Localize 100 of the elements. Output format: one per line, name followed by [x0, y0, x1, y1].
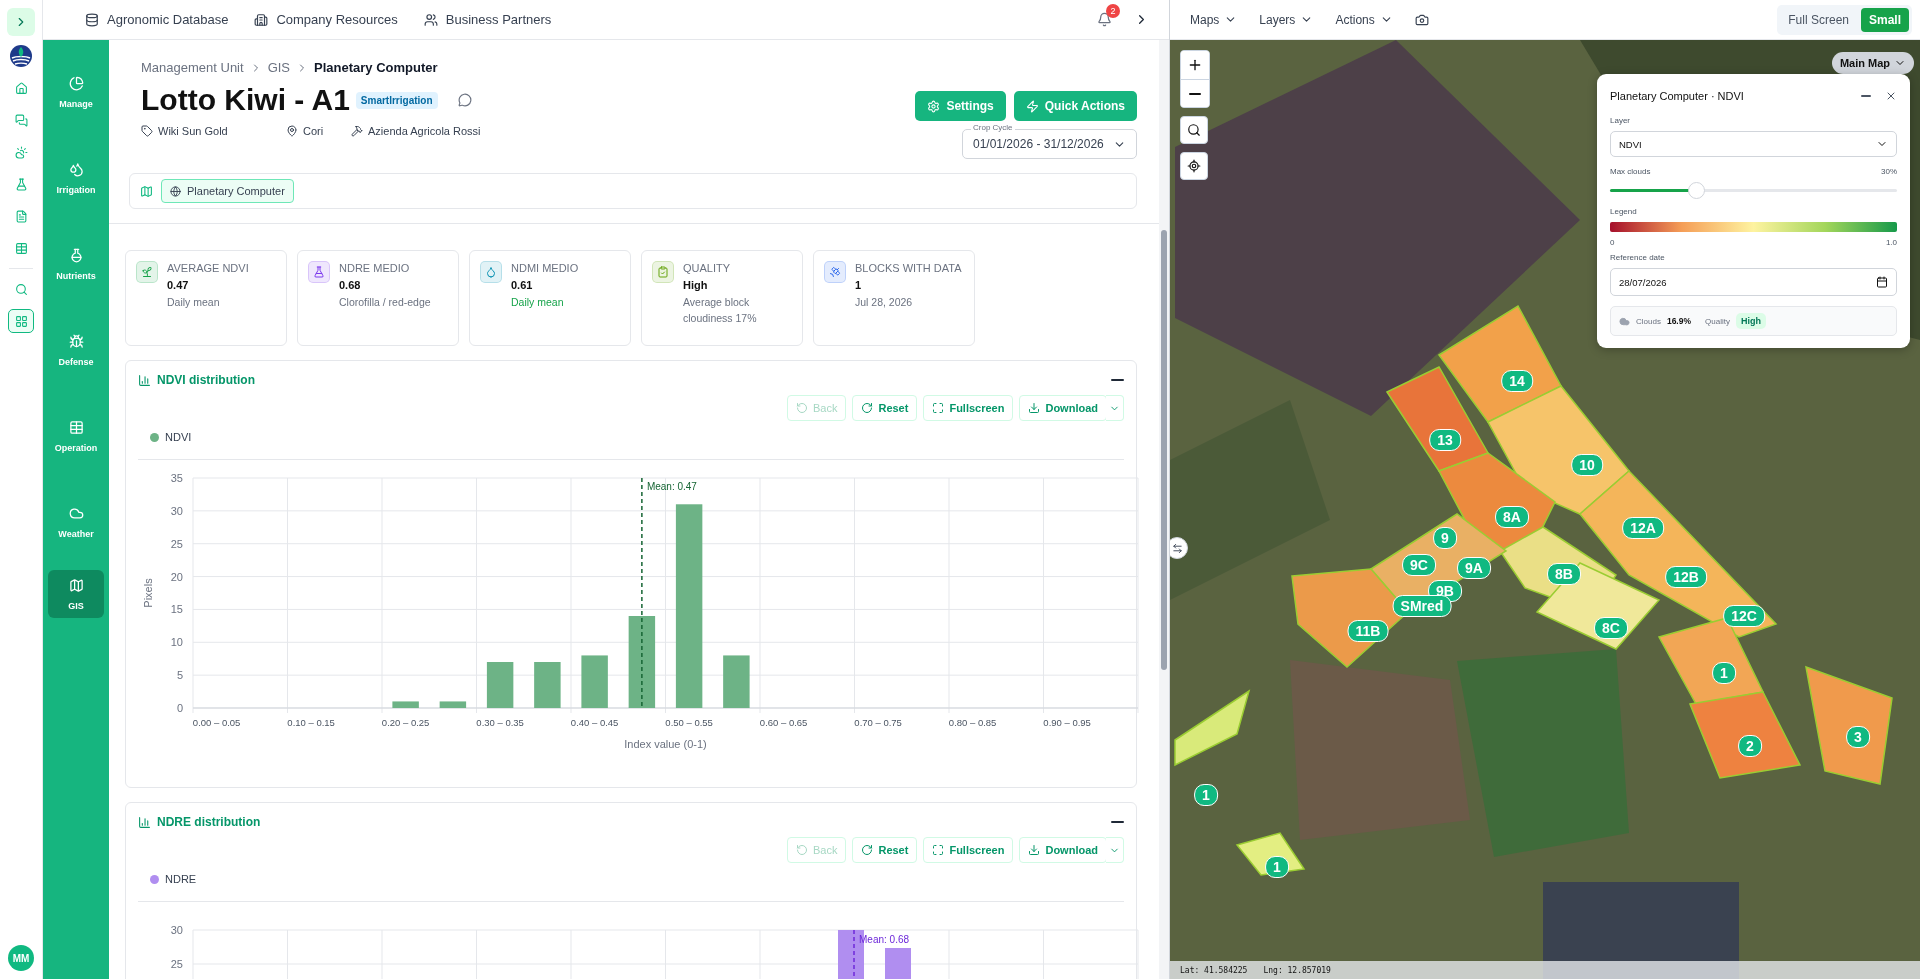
- zoom-out-button[interactable]: [1181, 79, 1209, 107]
- sidebar-item[interactable]: Operation: [48, 398, 104, 474]
- cloud-icon: [68, 505, 84, 521]
- plot-label[interactable]: SMred: [1392, 595, 1452, 617]
- sprout-icon: [141, 266, 153, 278]
- plot-label[interactable]: 14: [1501, 370, 1533, 392]
- plot-label[interactable]: 10: [1571, 454, 1603, 476]
- menu-button[interactable]: Actions: [1335, 12, 1393, 27]
- flask-icon: [68, 247, 84, 263]
- sidebar-item[interactable]: Nutrients: [48, 226, 104, 302]
- chart-reset-button[interactable]: Reset: [852, 837, 918, 863]
- user-avatar[interactable]: MM: [8, 945, 34, 971]
- quick-actions-button[interactable]: Quick Actions: [1013, 91, 1137, 121]
- info-label: Quality: [1705, 316, 1730, 326]
- field-label: Crop Cycle: [971, 123, 1015, 132]
- menu-button[interactable]: Maps: [1190, 12, 1238, 27]
- chart-download-button[interactable]: Download: [1019, 395, 1107, 421]
- minimize-icon[interactable]: [1861, 95, 1871, 97]
- stat-label: BLOCKS WITH DATA: [855, 261, 962, 276]
- slider-thumb[interactable]: [1688, 182, 1706, 199]
- double-arrow-icon: [1171, 542, 1183, 554]
- plot-label[interactable]: 12B: [1665, 566, 1707, 588]
- breadcrumb-link[interactable]: GIS: [267, 60, 291, 75]
- view-toggle-option[interactable]: Full Screen: [1780, 7, 1857, 32]
- y-tick-label: 10: [170, 636, 183, 649]
- tag-icon: [141, 125, 153, 137]
- select-value: NDVI: [1619, 138, 1642, 150]
- stat-value: 1: [855, 279, 863, 291]
- layer-select[interactable]: NDVI: [1610, 131, 1897, 157]
- base-map-button[interactable]: Main Map: [1831, 52, 1914, 74]
- x-tick-label: 0.80 – 0.85: [948, 717, 997, 728]
- plot-label[interactable]: 9A: [1457, 557, 1491, 579]
- stat-note: Clorofilla / red-edge: [339, 295, 431, 310]
- notifications-button[interactable]: [1097, 12, 1112, 27]
- histogram-bar: [486, 662, 514, 708]
- meta-text: Cori: [303, 125, 324, 137]
- date-field[interactable]: 28/07/2026: [1610, 268, 1897, 296]
- scrollbar[interactable]: [1159, 40, 1169, 979]
- plot-label[interactable]: 8A: [1495, 506, 1529, 528]
- slider-reading: 30%: [1881, 167, 1897, 176]
- minus-icon: [1189, 92, 1201, 95]
- settings-button[interactable]: Settings: [915, 91, 1006, 121]
- users-icon: [423, 12, 438, 27]
- plot-label[interactable]: 11B: [1347, 620, 1389, 642]
- quality-chip: High: [1735, 313, 1766, 329]
- plot-label[interactable]: 9C: [1402, 554, 1436, 576]
- top-nav-link[interactable]: Business Partners: [423, 12, 552, 27]
- chat-icon[interactable]: [457, 93, 472, 107]
- download-options-button[interactable]: [1106, 395, 1124, 421]
- stat-note: Jul 28, 2026: [855, 295, 914, 310]
- top-nav-link[interactable]: Agronomic Database: [85, 12, 229, 27]
- clouds-slider[interactable]: [1610, 182, 1897, 199]
- rail-nav-button[interactable]: [8, 309, 34, 333]
- plot-label[interactable]: 8C: [1594, 617, 1628, 639]
- scale-min: 0: [1610, 238, 1615, 247]
- stat-label: NDRE MEDIO: [339, 261, 411, 276]
- locate-button[interactable]: [1180, 152, 1208, 180]
- view-toggle-option[interactable]: Small: [1861, 7, 1909, 32]
- y-tick-label: 25: [170, 958, 183, 970]
- chart-reset-button[interactable]: Reset: [852, 395, 918, 421]
- clipboard-icon: [657, 266, 669, 278]
- y-tick-label: 5: [176, 669, 183, 682]
- close-icon[interactable]: [1885, 90, 1897, 102]
- field-label: Max clouds: [1610, 167, 1651, 176]
- legend-text: NDVI: [165, 431, 192, 443]
- sidebar-item[interactable]: Defense: [48, 312, 104, 388]
- histogram-bar: [439, 701, 467, 708]
- x-tick-label: 0.00 – 0.05: [192, 717, 241, 728]
- undo-icon: [795, 402, 808, 414]
- camera-icon[interactable]: [1414, 12, 1429, 27]
- chart-fullscreen-button[interactable]: Fullscreen: [923, 395, 1014, 421]
- meta-text: Azienda Agricola Rossi: [368, 125, 481, 137]
- fullscreen-icon: [932, 402, 945, 414]
- y-tick-label: 30: [170, 504, 183, 517]
- sidebar-item[interactable]: Manage: [48, 54, 104, 130]
- map-icon: [140, 184, 153, 198]
- stat-label: AVERAGE NDVI: [167, 261, 249, 276]
- sidebar-item[interactable]: GIS: [48, 570, 104, 618]
- breadcrumb-link[interactable]: Management Unit: [141, 60, 244, 75]
- y-tick-label: 20: [170, 570, 183, 583]
- sidebar-item[interactable]: Irrigation: [48, 140, 104, 216]
- plot-label[interactable]: 12C: [1723, 605, 1765, 627]
- breadcrumb-link[interactable]: Planetary Computer: [314, 60, 438, 75]
- top-nav-link[interactable]: Company Resources: [254, 12, 398, 27]
- chart-download-button[interactable]: Download: [1019, 837, 1107, 863]
- search-icon: [14, 282, 28, 296]
- search-icon: [1187, 123, 1201, 137]
- map-search-button[interactable]: [1180, 116, 1208, 144]
- download-options-button[interactable]: [1106, 837, 1124, 863]
- source-tab[interactable]: Planetary Computer: [161, 179, 294, 203]
- bug-icon: [68, 333, 84, 349]
- plot-label[interactable]: 8B: [1547, 563, 1581, 585]
- chart-fullscreen-button[interactable]: Fullscreen: [923, 837, 1014, 863]
- sidebar-item[interactable]: Weather: [48, 484, 104, 560]
- field-label: Layer: [1610, 116, 1631, 125]
- plot-label[interactable]: 12A: [1622, 517, 1664, 539]
- expand-button[interactable]: [7, 8, 35, 36]
- menu-button[interactable]: Layers: [1259, 12, 1314, 27]
- date-value: 28/07/2026: [1619, 276, 1667, 288]
- plot-label[interactable]: 13: [1429, 429, 1461, 451]
